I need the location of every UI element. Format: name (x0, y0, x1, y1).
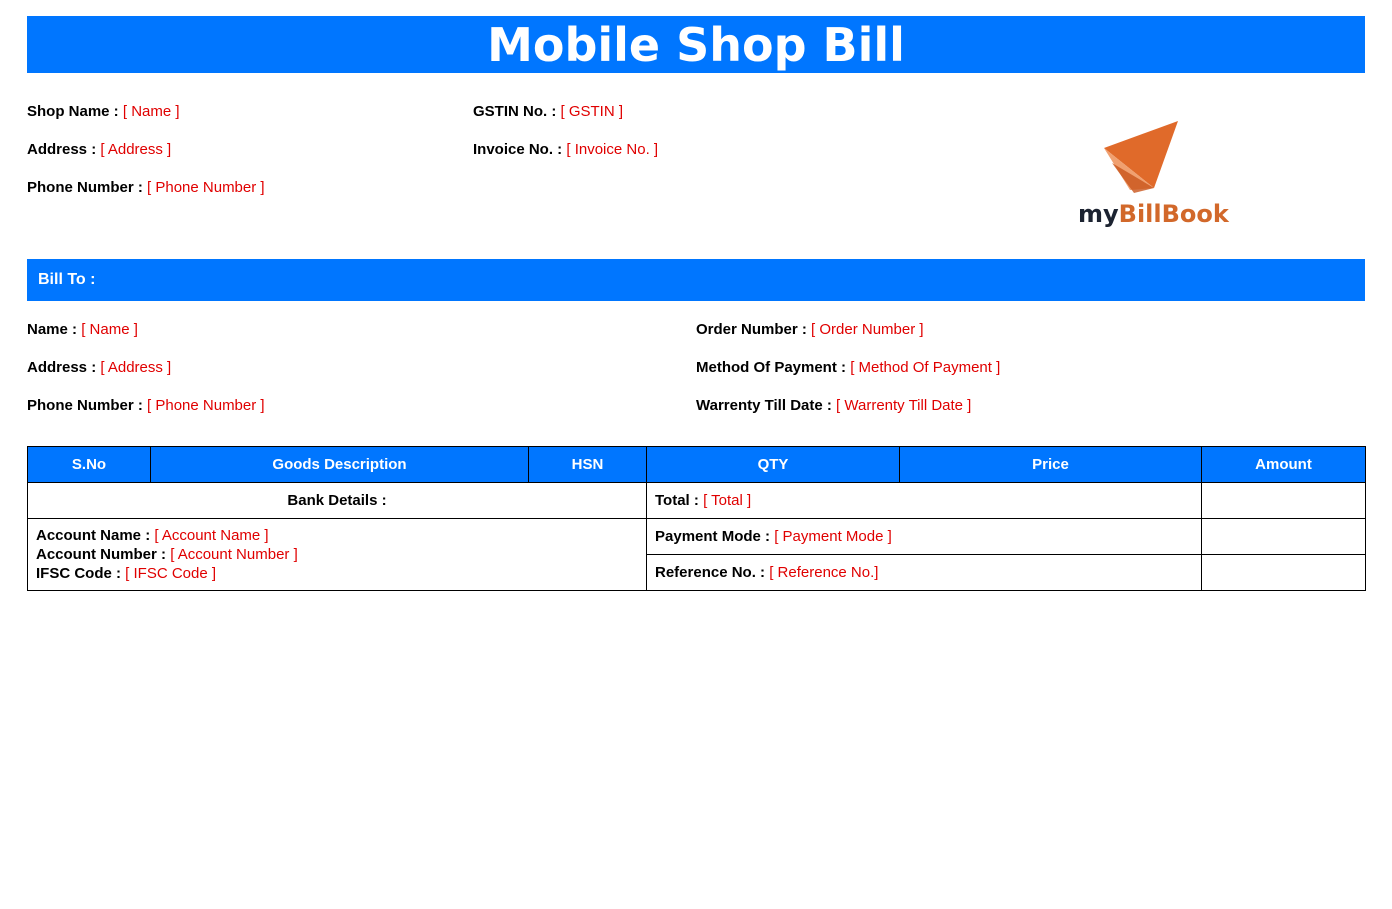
invoice-value: [ Invoice No. ] (566, 141, 659, 158)
bill-to-bar: Bill To : (27, 259, 1365, 301)
customer-address-field: Address : [ Address ] (27, 358, 171, 378)
header-goods-description: Goods Description (150, 446, 529, 483)
ifsc-line: IFSC Code : [ IFSC Code ] (36, 564, 638, 583)
warranty-value: [ Warrenty Till Date ] (836, 397, 972, 414)
customer-name-value: [ Name ] (81, 321, 138, 338)
gstin-value: [ GSTIN ] (560, 103, 624, 120)
payment-mode-cell: Payment Mode : [ Payment Mode ] (646, 518, 1202, 555)
table-header-row: S.No Goods Description HSN QTY Price Amo… (27, 446, 1366, 483)
shop-phone-field: Phone Number : [ Phone Number ] (27, 178, 265, 198)
gstin-field: GSTIN No. : [ GSTIN ] (473, 102, 623, 122)
payment-method-value: [ Method Of Payment ] (850, 359, 1001, 376)
total-amount-cell (1201, 482, 1366, 519)
payment-mode-label: Payment Mode : (655, 528, 771, 545)
total-value: [ Total ] (703, 492, 752, 509)
account-name-label: Account Name : (36, 527, 151, 544)
header-hsn: HSN (528, 446, 647, 483)
total-cell: Total : [ Total ] (646, 482, 1202, 519)
account-number-value: [ Account Number ] (170, 546, 298, 563)
shop-name-field: Shop Name : [ Name ] (27, 102, 180, 122)
customer-name-label: Name : (27, 321, 78, 338)
customer-address-value: [ Address ] (100, 359, 172, 376)
items-table: S.No Goods Description HSN QTY Price Amo… (27, 446, 1366, 591)
table-row: Bank Details : Total : [ Total ] (27, 482, 1366, 519)
reference-cell: Reference No. : [ Reference No.] (646, 554, 1202, 591)
reference-label: Reference No. : (655, 564, 766, 581)
order-number-label: Order Number : (696, 321, 807, 338)
logo-text-billbook: BillBook (1118, 200, 1229, 228)
customer-phone-label: Phone Number : (27, 397, 143, 414)
invoice-field: Invoice No. : [ Invoice No. ] (473, 140, 658, 160)
page-title: Mobile Shop Bill (487, 17, 905, 72)
account-name-value: [ Account Name ] (154, 527, 269, 544)
customer-address-label: Address : (27, 359, 97, 376)
header-amount: Amount (1201, 446, 1366, 483)
payment-mode-value: [ Payment Mode ] (774, 528, 892, 545)
total-label: Total : (655, 492, 699, 509)
header-sno: S.No (27, 446, 151, 483)
customer-phone-field: Phone Number : [ Phone Number ] (27, 396, 265, 416)
table-row: Account Name : [ Account Name ] Account … (27, 518, 1366, 591)
title-bar: Mobile Shop Bill (27, 16, 1365, 73)
bill-to-heading: Bill To : (38, 271, 96, 288)
ifsc-value: [ IFSC Code ] (125, 565, 217, 582)
bank-details-cell: Account Name : [ Account Name ] Account … (27, 518, 647, 591)
warranty-label: Warrenty Till Date : (696, 397, 832, 414)
shop-name-value: [ Name ] (122, 103, 180, 120)
shop-phone-value: [ Phone Number ] (147, 179, 265, 196)
customer-name-field: Name : [ Name ] (27, 320, 138, 340)
invoice-label: Invoice No. : (473, 141, 563, 158)
order-number-value: [ Order Number ] (811, 321, 924, 338)
reference-amount-cell (1201, 554, 1366, 591)
order-number-field: Order Number : [ Order Number ] (696, 320, 924, 340)
customer-phone-value: [ Phone Number ] (147, 397, 265, 414)
warranty-field: Warrenty Till Date : [ Warrenty Till Dat… (696, 396, 971, 416)
shop-address-field: Address : [ Address ] (27, 140, 171, 160)
reference-value: [ Reference No.] (769, 564, 879, 581)
shop-address-label: Address : (27, 141, 97, 158)
payment-method-field: Method Of Payment : [ Method Of Payment … (696, 358, 1000, 378)
header-qty: QTY (646, 446, 900, 483)
bank-details-label: Bank Details : (27, 482, 647, 519)
ifsc-label: IFSC Code : (36, 565, 121, 582)
shop-phone-label: Phone Number : (27, 179, 143, 196)
header-price: Price (899, 446, 1202, 483)
account-name-line: Account Name : [ Account Name ] (36, 526, 638, 545)
account-number-line: Account Number : [ Account Number ] (36, 545, 638, 564)
logo-text-my: my (1078, 200, 1119, 228)
shop-address-value: [ Address ] (100, 141, 172, 158)
payment-mode-amount-cell (1201, 518, 1366, 555)
payment-method-label: Method Of Payment : (696, 359, 847, 376)
logo-wordmark: myBillBook (1078, 200, 1229, 228)
gstin-label: GSTIN No. : (473, 103, 557, 120)
account-number-label: Account Number : (36, 546, 167, 563)
shop-name-label: Shop Name : (27, 103, 119, 120)
